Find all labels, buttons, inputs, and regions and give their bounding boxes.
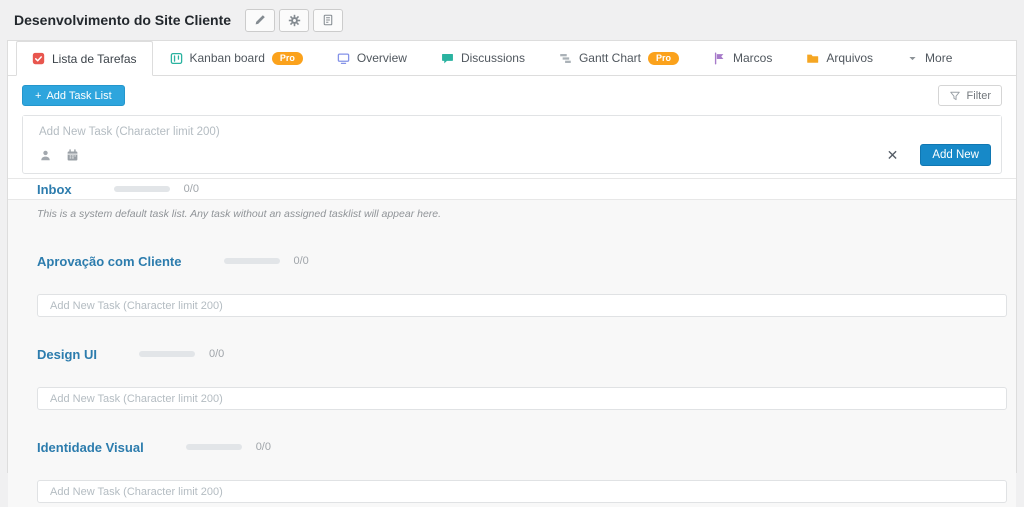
folder-icon (806, 52, 819, 65)
chat-icon (441, 52, 454, 65)
filter-button[interactable]: Filter (937, 85, 1002, 106)
gantt-icon (559, 52, 572, 65)
tab-overview[interactable]: Overview (322, 41, 422, 75)
close-icon[interactable]: ✕ (879, 147, 907, 164)
gear-icon (288, 14, 301, 27)
progress-bar (138, 351, 195, 357)
section-add-task-input[interactable] (37, 294, 1007, 317)
task-list-sections: Inbox 0/0 This is a system default task … (8, 178, 1016, 507)
task-list-title[interactable]: Design UI (37, 347, 97, 362)
task-list-section-aprova-o-com-cliente: Aprovação com Cliente 0/0 (8, 234, 1016, 317)
kanban-icon (170, 52, 183, 65)
add-new-button[interactable]: Add New (920, 144, 991, 166)
task-list-header: Inbox 0/0 (8, 178, 1016, 200)
tab-discussions[interactable]: Discussions (426, 41, 540, 75)
document-icon (322, 14, 334, 26)
tab-more[interactable]: More (892, 41, 967, 75)
due-date-calendar-icon[interactable] (66, 148, 79, 162)
progress-bar (113, 186, 170, 192)
task-count: 0/0 (208, 348, 225, 360)
task-count: 0/0 (183, 183, 199, 195)
tab-gantt-chart[interactable]: Gantt Chart Pro (544, 41, 694, 75)
new-task-form: ✕ Add New (22, 115, 1002, 174)
project-panel: Lista de Tarefas Kanban board Pro Overvi… (7, 40, 1017, 507)
tab-kanban-board[interactable]: Kanban board Pro (155, 41, 318, 75)
pro-badge: Pro (648, 51, 680, 65)
task-list-header: Aprovação com Cliente 0/0 (8, 250, 1016, 272)
task-list-title[interactable]: Identidade Visual (37, 440, 144, 455)
filter-label: Filter (966, 89, 991, 102)
add-task-list-label: Add Task List (46, 89, 112, 102)
tab-marcos[interactable]: Marcos (698, 41, 787, 75)
add-task-list-button[interactable]: + Add Task List (22, 85, 125, 106)
task-list-section-inbox: Inbox 0/0 This is a system default task … (8, 178, 1016, 234)
task-list-title[interactable]: Inbox (37, 182, 72, 197)
task-list-section-design-ui: Design UI 0/0 (8, 327, 1016, 410)
task-list-header: Identidade Visual 0/0 (8, 436, 1016, 458)
checklist-icon (32, 52, 45, 65)
task-list-description: This is a system default task list. Any … (37, 208, 442, 220)
project-header-actions (245, 8, 344, 32)
edit-project-button[interactable] (245, 8, 276, 32)
funnel-icon (949, 90, 961, 102)
task-list-title[interactable]: Aprovação com Cliente (37, 254, 182, 269)
section-add-task-input[interactable] (37, 387, 1007, 410)
project-title: Desenvolvimento do Site Cliente (14, 12, 232, 28)
tasklist-toolbar: + Add Task List Filter (15, 85, 1009, 106)
progress-bar (223, 258, 280, 264)
tasklist-content: + Add Task List Filter ✕ Add New Inbox (8, 76, 1016, 507)
new-task-form-actions: ✕ Add New (23, 140, 1001, 174)
task-count: 0/0 (255, 441, 271, 453)
task-list-header: Design UI 0/0 (8, 343, 1016, 365)
tab-bar: Lista de Tarefas Kanban board Pro Overvi… (8, 41, 1016, 76)
flag-icon (713, 52, 726, 65)
new-task-input[interactable] (23, 116, 1001, 140)
assignee-user-icon[interactable] (39, 149, 52, 162)
plus-icon: + (35, 89, 42, 102)
tab-lista-de-tarefas[interactable]: Lista de Tarefas (16, 41, 153, 76)
task-count: 0/0 (293, 255, 309, 267)
pro-badge: Pro (271, 51, 303, 65)
caret-down-icon (907, 53, 918, 64)
monitor-icon (337, 52, 350, 65)
task-list-section-identidade-visual: Identidade Visual 0/0 (8, 420, 1016, 503)
tab-arquivos[interactable]: Arquivos (791, 41, 888, 75)
pencil-icon (254, 14, 266, 26)
project-notes-button[interactable] (313, 8, 344, 32)
project-header: Desenvolvimento do Site Cliente (0, 0, 1024, 40)
progress-bar (185, 444, 242, 450)
section-add-task-input[interactable] (37, 480, 1007, 503)
project-settings-button[interactable] (279, 8, 310, 32)
